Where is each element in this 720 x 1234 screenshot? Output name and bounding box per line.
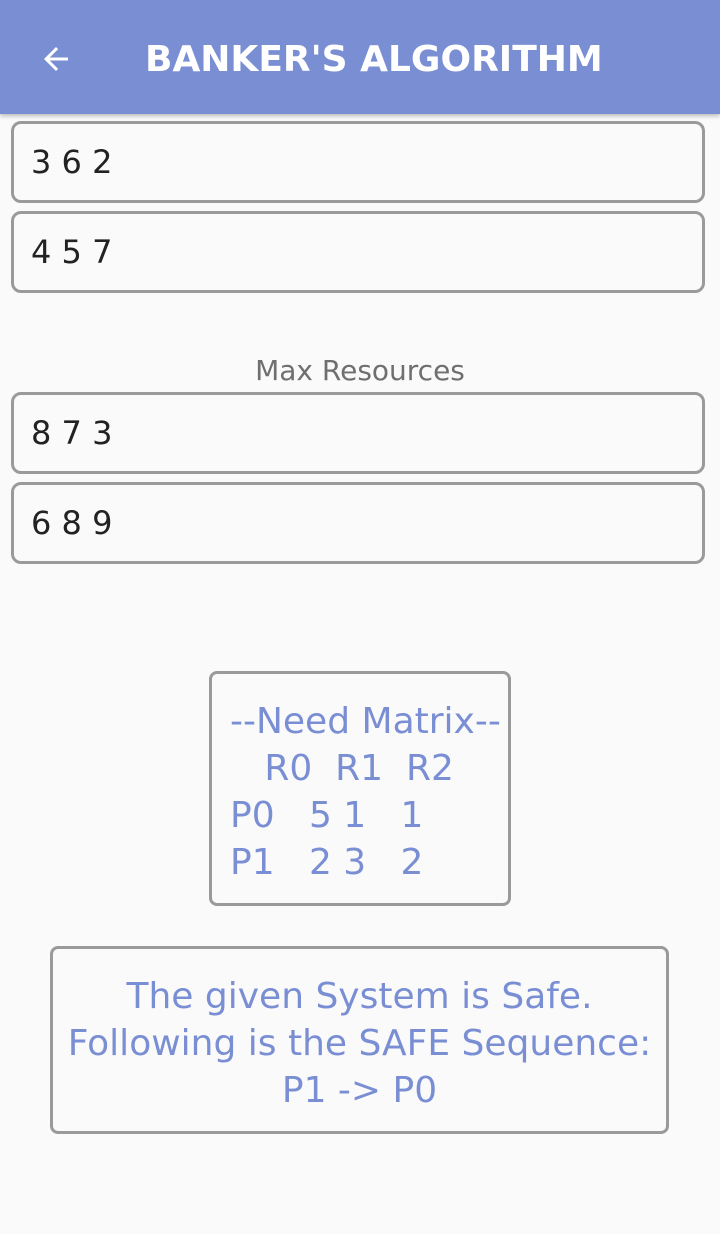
page-title: BANKER'S ALGORITHM [145, 39, 603, 80]
max-resources-input-1[interactable] [14, 485, 702, 561]
result-line-intro: Following is the SAFE Sequence: [67, 1023, 652, 1064]
allocation-field-0[interactable] [11, 121, 705, 203]
allocation-input-1[interactable] [14, 214, 702, 290]
max-resources-field-0[interactable] [11, 392, 705, 474]
allocation-field-1[interactable] [11, 211, 705, 293]
max-resources-label: Max Resources [255, 354, 465, 387]
need-matrix-title: --Need Matrix-- [230, 701, 501, 742]
back-button[interactable] [26, 34, 86, 84]
need-matrix-row-p1: P1 2 3 2 [230, 842, 424, 883]
app-bar: BANKER'S ALGORITHM [0, 0, 720, 114]
need-matrix-row-p0: P0 5 1 1 [230, 795, 424, 836]
need-matrix-box: --Need Matrix-- R0 R1 R2 P0 5 1 1 P1 2 3… [209, 671, 511, 906]
max-resources-field-1[interactable] [11, 482, 705, 564]
max-resources-input-0[interactable] [14, 395, 702, 471]
safe-sequence-result: The given System is Safe. Following is t… [50, 946, 669, 1134]
arrow-left-icon [44, 47, 68, 71]
result-line-sequence: P1 -> P0 [281, 1070, 438, 1111]
result-line-status: The given System is Safe. [126, 976, 593, 1017]
allocation-input-0[interactable] [14, 124, 702, 200]
need-matrix-header-row: R0 R1 R2 [230, 748, 454, 789]
